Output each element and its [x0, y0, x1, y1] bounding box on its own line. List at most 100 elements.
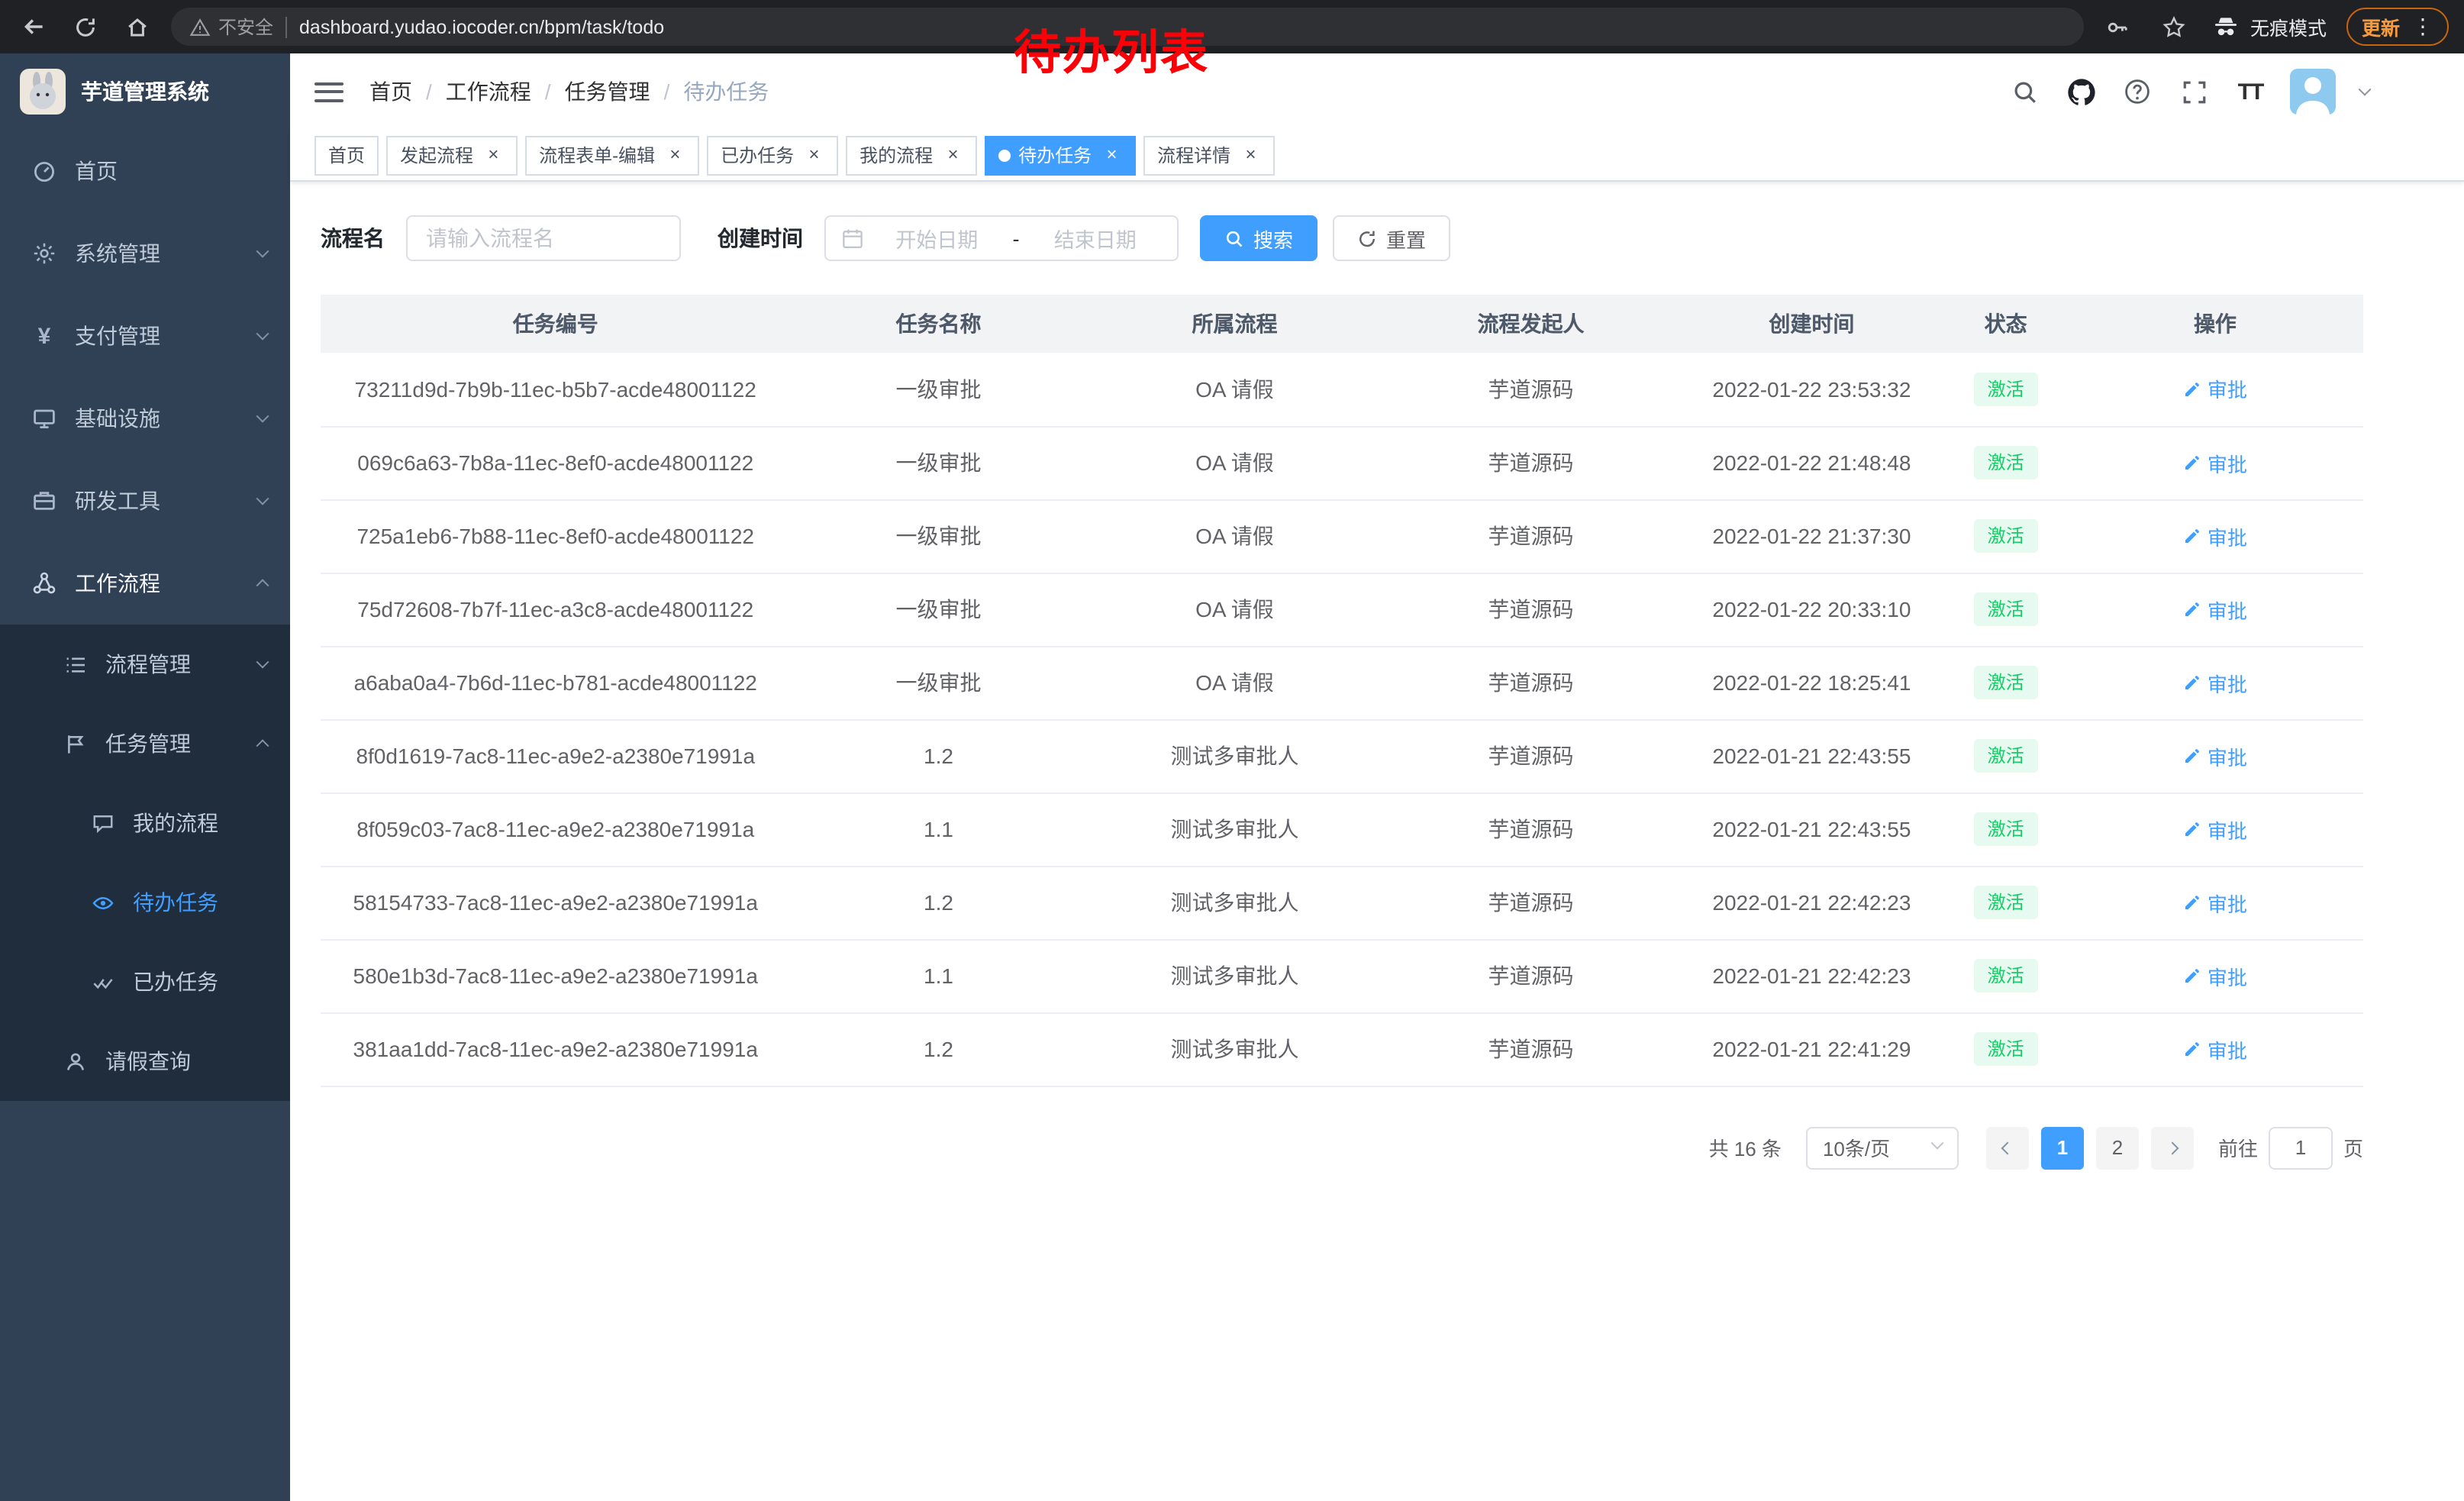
sidebar-item-payment[interactable]: ¥ 支付管理 [0, 295, 290, 377]
tab-我的流程[interactable]: 我的流程× [846, 135, 977, 175]
cell-task-id: a6aba0a4-7b6d-11ec-b781-acde48001122 [321, 646, 790, 719]
tab-label: 流程表单-编辑 [539, 142, 655, 168]
avatar-dropdown-caret[interactable] [2359, 83, 2372, 96]
tab-发起流程[interactable]: 发起流程 × [386, 135, 518, 175]
address-bar[interactable]: 不安全 dashboard.yudao.iocoder.cn/bpm/task/… [171, 8, 2084, 46]
tab-label: 发起流程 [400, 142, 473, 168]
sidebar-item-infra[interactable]: 基础设施 [0, 377, 290, 460]
sidebar-toggle-button[interactable] [314, 76, 343, 108]
avatar[interactable] [2290, 69, 2336, 115]
date-range-picker[interactable]: 开始日期 - 结束日期 [824, 215, 1179, 261]
cell-created-time: 2022-01-22 18:25:41 [1679, 646, 1944, 719]
tab-close-icon[interactable]: × [1240, 144, 1261, 166]
sidebar-item-system[interactable]: 系统管理 [0, 212, 290, 295]
tab-待办任务[interactable]: 待办任务× [985, 135, 1136, 175]
search-icon[interactable] [2008, 73, 2041, 110]
prev-page-button[interactable] [1986, 1126, 2029, 1169]
flag-icon [61, 730, 89, 757]
sidebar-item-leave-query[interactable]: 请假查询 [0, 1022, 290, 1101]
cell-task-name: 1.2 [790, 866, 1086, 939]
cell-task-id: 725a1eb6-7b88-11ec-8ef0-acde48001122 [321, 499, 790, 573]
end-date-placeholder: 结束日期 [1029, 223, 1163, 253]
back-button[interactable] [15, 8, 52, 45]
cell-created-time: 2022-01-22 21:48:48 [1679, 426, 1944, 499]
sidebar-item-task-mgmt[interactable]: 任务管理 [0, 704, 290, 783]
tab-close-icon[interactable]: × [803, 144, 824, 166]
cell-action: 审批 [2067, 426, 2363, 499]
cell-status: 激活 [1944, 1012, 2067, 1086]
approve-link[interactable]: 审批 [2183, 741, 2247, 770]
cell-initiator: 芋道源码 [1382, 573, 1679, 646]
approve-link[interactable]: 审批 [2183, 375, 2247, 404]
sidebar-item-my-process[interactable]: 我的流程 [0, 783, 290, 863]
security-status[interactable]: 不安全 [189, 14, 273, 40]
tab-首页[interactable]: 首页 [314, 135, 379, 175]
approve-link[interactable]: 审批 [2183, 815, 2247, 844]
approve-link[interactable]: 审批 [2183, 668, 2247, 697]
warning-icon [189, 16, 211, 37]
tab-已办任务[interactable]: 已办任务× [707, 135, 838, 175]
bookmark-star-icon[interactable] [2156, 8, 2192, 45]
tab-close-icon[interactable]: × [942, 144, 963, 166]
page-button-1[interactable]: 1 [2041, 1126, 2084, 1169]
reset-button-label: 重置 [1386, 224, 1426, 253]
approve-link[interactable]: 审批 [2183, 888, 2247, 917]
breadcrumb-item[interactable]: 首页 [369, 76, 412, 107]
approve-link[interactable]: 审批 [2183, 595, 2247, 624]
approve-link-label: 审批 [2208, 375, 2247, 404]
page-button-2[interactable]: 2 [2096, 1126, 2139, 1169]
cell-action: 审批 [2067, 573, 2363, 646]
cell-process: OA 请假 [1086, 573, 1382, 646]
sidebar-item-todo-tasks[interactable]: 待办任务 [0, 863, 290, 942]
font-size-icon[interactable]: TT [2233, 73, 2267, 110]
sidebar-item-process-mgmt[interactable]: 流程管理 [0, 625, 290, 704]
tab-close-icon[interactable]: × [482, 144, 504, 166]
reload-button[interactable] [67, 8, 104, 45]
search-button[interactable]: 搜索 [1200, 215, 1317, 261]
reset-button[interactable]: 重置 [1333, 215, 1450, 261]
page-size-select[interactable]: 10条/页 [1806, 1126, 1959, 1169]
cell-created-time: 2022-01-22 21:37:30 [1679, 499, 1944, 573]
table-row: 381aa1dd-7ac8-11ec-a9e2-a2380e71991a1.2测… [321, 1012, 2363, 1086]
cell-created-time: 2022-01-21 22:43:55 [1679, 792, 1944, 866]
goto-page-input[interactable] [2269, 1126, 2333, 1169]
incognito-icon [2212, 13, 2240, 40]
update-button[interactable]: 更新 ⋮ [2346, 8, 2449, 46]
process-name-input[interactable] [406, 215, 681, 261]
breadcrumb-item[interactable]: 任务管理 [565, 76, 650, 107]
breadcrumb-item-current: 待办任务 [683, 76, 769, 107]
browser-chrome: 不安全 dashboard.yudao.iocoder.cn/bpm/task/… [0, 0, 2464, 53]
approve-link[interactable]: 审批 [2183, 521, 2247, 550]
cell-initiator: 芋道源码 [1382, 939, 1679, 1012]
fullscreen-icon[interactable] [2177, 73, 2211, 110]
browser-menu-icon[interactable]: ⋮ [2412, 14, 2433, 40]
yen-icon: ¥ [31, 322, 58, 350]
help-icon[interactable] [2121, 73, 2154, 110]
person-icon [61, 1047, 89, 1075]
tab-流程详情[interactable]: 流程详情× [1143, 135, 1275, 175]
edit-icon [2183, 380, 2201, 399]
table-row: 580e1b3d-7ac8-11ec-a9e2-a2380e71991a1.1测… [321, 939, 2363, 1012]
sidebar-item-workflow[interactable]: 工作流程 [0, 542, 290, 625]
github-icon[interactable] [2064, 73, 2098, 110]
password-key-icon[interactable] [2099, 8, 2136, 45]
tab-close-icon[interactable]: × [1101, 144, 1122, 166]
cell-task-name: 一级审批 [790, 426, 1086, 499]
tab-流程表单-编辑[interactable]: 流程表单-编辑 × [525, 135, 699, 175]
approve-link-label: 审批 [2208, 961, 2247, 990]
next-page-button[interactable] [2151, 1126, 2194, 1169]
breadcrumb-item[interactable]: 工作流程 [446, 76, 531, 107]
approve-link[interactable]: 审批 [2183, 1035, 2247, 1064]
home-button[interactable] [119, 8, 156, 45]
tab-close-icon[interactable]: × [664, 144, 685, 166]
sidebar-item-done-tasks[interactable]: 已办任务 [0, 942, 290, 1022]
app-title: 芋道管理系统 [81, 76, 209, 107]
sidebar-item-devtools[interactable]: 研发工具 [0, 460, 290, 542]
screen: 不安全 dashboard.yudao.iocoder.cn/bpm/task/… [0, 0, 2464, 1501]
cell-task-id: 8f059c03-7ac8-11ec-a9e2-a2380e71991a [321, 792, 790, 866]
sidebar-item-home[interactable]: 首页 [0, 130, 290, 212]
approve-link[interactable]: 审批 [2183, 961, 2247, 990]
approve-link[interactable]: 审批 [2183, 448, 2247, 477]
chevron-left-icon [2001, 1141, 2014, 1154]
status-badge: 激活 [1974, 373, 2038, 406]
